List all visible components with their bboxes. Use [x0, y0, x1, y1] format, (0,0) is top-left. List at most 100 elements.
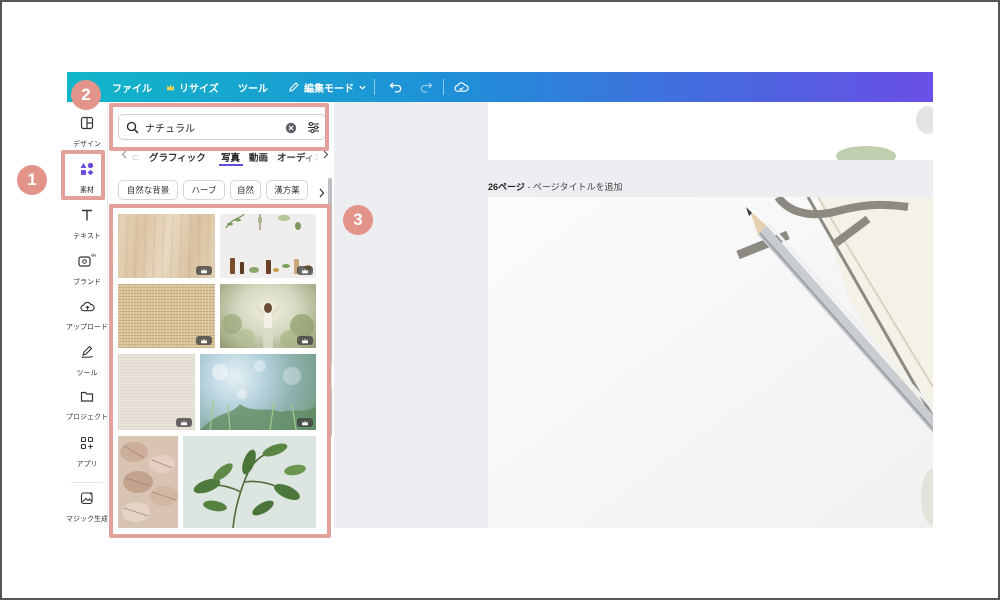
sidebar-item-upload[interactable]: アップロード	[66, 300, 108, 342]
undo-button[interactable]	[389, 72, 403, 102]
file-menu-label: ファイル	[112, 83, 152, 95]
panel-scrollbar[interactable]	[328, 178, 332, 436]
layout-icon	[80, 116, 94, 135]
pen-tool-icon	[80, 345, 94, 364]
clear-search-icon[interactable]	[285, 121, 297, 139]
filter-icon[interactable]	[307, 121, 320, 139]
chevron-left-icon	[121, 150, 128, 162]
tab-audio[interactable]: オーディオ	[277, 150, 319, 164]
tabs-scroll-right-button[interactable]	[322, 150, 329, 162]
photo-burlap-texture[interactable]	[118, 284, 215, 348]
active-tab-indicator	[219, 164, 243, 166]
sidebar-item-design[interactable]: デザイン	[67, 116, 107, 158]
apps-icon	[80, 436, 94, 455]
cloud-check-icon	[454, 81, 469, 93]
search-input[interactable]	[145, 120, 275, 134]
design-canvas: 26ページ - ページタイトルを追加	[334, 102, 933, 528]
pencil-icon	[288, 81, 300, 93]
sidebar-item-label: ツール	[76, 370, 98, 377]
category-tabs: ㄷ グラフィック 写真 動画 オーディオ	[118, 148, 330, 166]
tab-videos[interactable]: 動画	[249, 150, 268, 164]
sidebar-item-label: ブランド	[73, 279, 101, 286]
annotation-badge-1: 1	[17, 165, 47, 195]
file-menu-button[interactable]: ファイル	[112, 72, 152, 102]
brand-icon	[77, 252, 97, 273]
edit-mode-dropdown[interactable]: 編集モード	[288, 72, 367, 102]
tab-graphics[interactable]: グラフィック	[149, 150, 206, 164]
previous-page[interactable]	[488, 102, 933, 166]
sidebar-item-brand[interactable]: ブランド	[67, 252, 107, 294]
dried-leaves-illustration	[120, 442, 178, 522]
chevron-right-icon	[322, 150, 329, 162]
chip-natural-background[interactable]: 自然な背景	[118, 180, 178, 200]
sidebar-item-label: デザイン	[73, 141, 101, 148]
cloud-save-button[interactable]	[454, 72, 469, 102]
tools-menu-label: ツール	[238, 83, 268, 95]
toolbar-divider	[443, 79, 444, 95]
sidebar-item-tools[interactable]: ツール	[67, 345, 107, 387]
elements-icon	[80, 162, 94, 181]
photo-wood-texture[interactable]	[118, 214, 215, 278]
search-icon	[126, 121, 139, 139]
redo-icon	[419, 81, 433, 93]
photo-dried-leaves[interactable]	[118, 436, 178, 528]
sidebar-item-elements[interactable]: 素材	[67, 162, 107, 204]
sidebar-item-label: アプリ	[76, 461, 98, 468]
photo-herbs-bottles[interactable]	[220, 214, 316, 278]
page-title-label[interactable]: 26ページ - ページタイトルを追加	[488, 180, 622, 193]
cloud-upload-icon	[79, 300, 95, 318]
folder-icon	[80, 390, 94, 408]
premium-crown-icon	[196, 266, 212, 275]
photo-results-grid	[118, 212, 318, 528]
edit-mode-label: 編集モード	[304, 83, 354, 95]
page-number: 26ページ	[488, 182, 525, 192]
resize-button[interactable]: リサイズ	[166, 72, 219, 102]
sidebar-item-projects[interactable]: プロジェクト	[66, 390, 108, 432]
premium-crown-icon	[196, 336, 212, 345]
photo-woman-in-field[interactable]	[220, 284, 316, 348]
sidebar-item-label: マジック生成	[66, 516, 108, 523]
sidebar-item-magic-media[interactable]: マジック生成	[66, 491, 108, 533]
annotation-badge-2: 2	[71, 80, 101, 110]
sidebar-item-label: テキスト	[73, 233, 101, 240]
text-icon	[80, 208, 94, 227]
photo-rubber-plant[interactable]	[183, 436, 316, 528]
redo-button[interactable]	[419, 72, 433, 102]
resize-label: リサイズ	[179, 83, 219, 95]
current-page[interactable]	[488, 194, 933, 528]
sidebar-item-label: アップロード	[66, 324, 108, 331]
sidebar-item-label: プロジェクト	[66, 414, 108, 421]
annotation-badge-3: 3	[343, 205, 373, 235]
sidebar-item-apps[interactable]: アプリ	[67, 436, 107, 478]
premium-crown-icon	[297, 266, 313, 275]
photo-bokeh-grass[interactable]	[200, 354, 316, 430]
top-toolbar: ファイル リサイズ ツール 編集モード	[67, 72, 933, 102]
premium-crown-icon	[176, 418, 192, 427]
chips-scroll-right-button[interactable]	[318, 185, 325, 203]
left-sidebar: デザイン 素材 テキスト ブランド アップロード ツール プロジェクト アプリ …	[66, 102, 108, 528]
rubber-plant-illustration	[193, 443, 306, 528]
sidebar-item-text[interactable]: テキスト	[67, 208, 107, 250]
magic-image-icon	[80, 491, 94, 510]
chip-nature[interactable]: 自然	[230, 180, 261, 200]
chevron-right-icon	[318, 185, 325, 202]
tabs-scroll-left-button[interactable]	[121, 150, 128, 162]
photo-linen-texture[interactable]	[118, 354, 195, 430]
search-bar	[118, 114, 326, 140]
tab-photos[interactable]: 写真	[221, 150, 240, 164]
tools-menu-button[interactable]: ツール	[238, 72, 268, 102]
crown-icon	[166, 83, 175, 92]
toolbar-divider	[374, 79, 375, 95]
chip-herb[interactable]: ハーブ	[183, 180, 225, 200]
chevron-down-icon	[358, 83, 367, 92]
undo-icon	[389, 81, 403, 93]
sidebar-item-label: 素材	[80, 187, 94, 194]
tab-hidden-fragment: ㄷ	[131, 153, 140, 164]
premium-crown-icon	[297, 418, 313, 427]
pencil-ribbon-illustration	[488, 194, 933, 528]
chip-herbal-medicine[interactable]: 漢方薬	[266, 180, 308, 200]
previous-page-leaf-decoration	[836, 106, 933, 166]
sidebar-divider	[71, 482, 103, 483]
page-title-placeholder: - ページタイトルを追加	[524, 182, 623, 192]
suggestion-chips: 自然な背景 ハーブ 自然 漢方薬	[118, 180, 330, 202]
